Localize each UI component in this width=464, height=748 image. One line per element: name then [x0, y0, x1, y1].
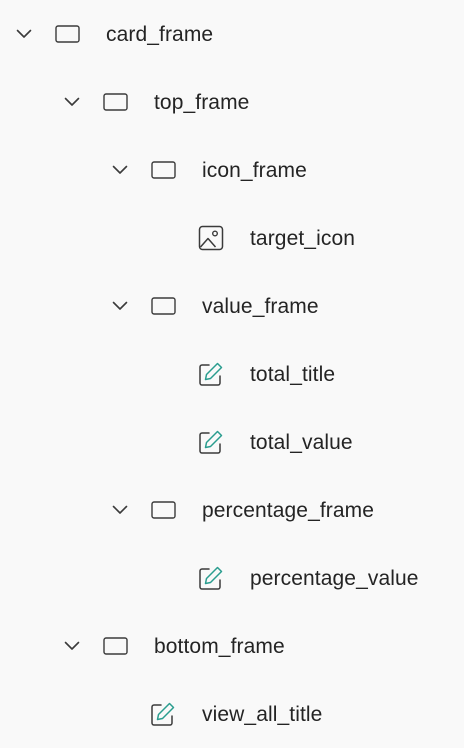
tree-item-target-icon[interactable]: target_icon [0, 216, 464, 260]
tree-item-percentage-value[interactable]: percentage_value [0, 556, 464, 600]
tree-item-card-frame[interactable]: card_frame [0, 12, 464, 56]
tree-item-label: total_title [250, 363, 336, 386]
tree-item-label: target_icon [250, 227, 356, 250]
frame-icon [150, 498, 176, 522]
tree-item-value-frame[interactable]: value_frame [0, 284, 464, 328]
chevron-down-icon[interactable] [110, 500, 130, 520]
tree-item-label: icon_frame [202, 159, 307, 182]
tree-item-label: total_value [250, 431, 353, 454]
edit-text-icon [150, 702, 176, 726]
tree-item-label: view_all_title [202, 703, 323, 726]
tree-item-view-all-title[interactable]: view_all_title [0, 692, 464, 736]
tree-item-top-frame[interactable]: top_frame [0, 80, 464, 124]
tree-item-total-value[interactable]: total_value [0, 420, 464, 464]
edit-text-icon [198, 362, 224, 386]
tree-item-label: value_frame [202, 295, 319, 318]
tree-item-label: percentage_value [250, 567, 419, 590]
tree-item-total-title[interactable]: total_title [0, 352, 464, 396]
tree-item-label: card_frame [106, 23, 214, 46]
tree-item-label: top_frame [154, 91, 250, 114]
frame-icon [102, 90, 128, 114]
edit-text-icon [198, 430, 224, 454]
chevron-down-icon[interactable] [110, 296, 130, 316]
chevron-down-icon[interactable] [62, 92, 82, 112]
chevron-down-icon[interactable] [110, 160, 130, 180]
edit-text-icon [198, 566, 224, 590]
tree-item-label: percentage_frame [202, 499, 375, 522]
image-icon [198, 225, 224, 251]
frame-icon [150, 294, 176, 318]
tree-item-icon-frame[interactable]: icon_frame [0, 148, 464, 192]
frame-icon [102, 634, 128, 658]
tree-item-label: bottom_frame [154, 635, 285, 658]
frame-icon [150, 158, 176, 182]
frame-icon [54, 22, 80, 46]
chevron-down-icon[interactable] [14, 24, 34, 44]
chevron-down-icon[interactable] [62, 636, 82, 656]
layer-tree: card_frame top_frame icon_frame target_i… [0, 0, 464, 748]
tree-item-bottom-frame[interactable]: bottom_frame [0, 624, 464, 668]
tree-item-percentage-frame[interactable]: percentage_frame [0, 488, 464, 532]
